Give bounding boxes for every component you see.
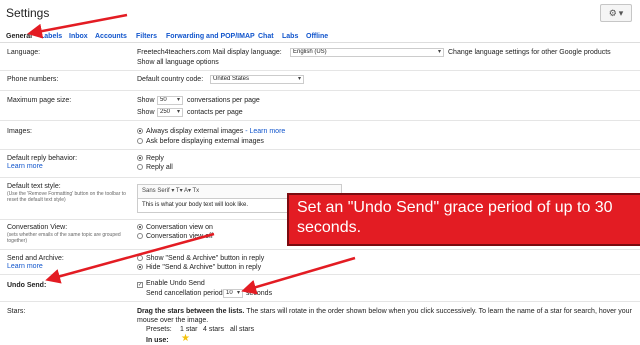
- radio-show-send-archive[interactable]: [137, 255, 143, 261]
- conversations-per-page-select[interactable]: 50: [157, 96, 183, 105]
- font-family-select[interactable]: Sans Serif: [142, 188, 170, 194]
- tab-forwarding[interactable]: Forwarding and POP/IMAP: [166, 33, 255, 40]
- images-option-always[interactable]: Always display external images - Learn m…: [137, 127, 285, 136]
- tab-accounts[interactable]: Accounts: [95, 33, 127, 40]
- images-row: Images: Always display external images -…: [0, 121, 640, 150]
- conversation-label: Conversation View:: [7, 224, 68, 231]
- images-option-ask[interactable]: Ask before displaying external images: [137, 137, 264, 146]
- settings-gear-button[interactable]: ⚙ ▾: [600, 4, 632, 22]
- phone-label: Phone numbers:: [7, 76, 59, 83]
- radio-always-display[interactable]: [137, 128, 143, 134]
- country-code-select[interactable]: United States: [210, 75, 304, 84]
- reply-row: Default reply behavior: Learn more Reply…: [0, 150, 640, 178]
- text-style-label: Default text style:: [7, 183, 61, 190]
- yellow-star-icon[interactable]: ★: [181, 334, 190, 344]
- checkbox-enable-undo-send[interactable]: ✓: [137, 282, 143, 288]
- stars-row: Stars: Drag the stars between the lists.…: [0, 302, 640, 345]
- contacts-per-page-label: contacts per page: [187, 109, 243, 116]
- country-code-prefix: Default country code:: [137, 76, 204, 83]
- cancellation-period-select[interactable]: 10: [223, 289, 243, 298]
- send-archive-option-hide[interactable]: Hide "Send & Archive" button in reply: [137, 263, 261, 272]
- cancellation-period-label: Send cancellation period:: [146, 290, 225, 297]
- stars-instructions: Drag the stars between the lists. The st…: [137, 308, 632, 324]
- tab-labs[interactable]: Labs: [282, 33, 298, 40]
- language-label: Language:: [7, 49, 41, 56]
- text-style-hint: (Use the 'Remove Formatting' button on t…: [7, 191, 126, 203]
- contacts-per-page-select[interactable]: 250: [157, 108, 183, 117]
- stars-label: Stars:: [7, 308, 26, 315]
- radio-conversation-off[interactable]: [137, 233, 143, 239]
- tab-inbox[interactable]: Inbox: [69, 33, 88, 40]
- reply-option-reply-all[interactable]: Reply all: [137, 163, 173, 172]
- tab-general[interactable]: General: [6, 33, 32, 40]
- settings-tabs: General Labels Inbox Accounts Filters Fo…: [0, 29, 640, 43]
- send-archive-option-show[interactable]: Show "Send & Archive" button in reply: [137, 254, 264, 263]
- reply-learn-more-link[interactable]: Learn more: [7, 162, 43, 171]
- conversation-hint: (sets whether emails of the same topic a…: [7, 232, 121, 244]
- radio-ask-before[interactable]: [137, 138, 143, 144]
- show-all-languages-link[interactable]: Show all language options: [137, 58, 219, 67]
- tab-offline[interactable]: Offline: [306, 33, 328, 40]
- conversations-per-page-label: conversations per page: [187, 97, 260, 104]
- change-language-link[interactable]: Change language settings for other Googl…: [448, 48, 611, 57]
- radio-hide-send-archive[interactable]: [137, 264, 143, 270]
- undo-send-row: Undo Send: ✓ Enable Undo Send Send cancel…: [0, 275, 640, 302]
- chevron-down-icon: ▾: [618, 7, 624, 18]
- language-row: Language: Freetech4teachers.com Mail dis…: [0, 44, 640, 71]
- preset-4-stars[interactable]: 4 stars: [203, 325, 224, 334]
- show-label-1: Show: [137, 97, 155, 104]
- tab-labels[interactable]: Labels: [40, 33, 62, 40]
- conversation-option-on[interactable]: Conversation view on: [137, 223, 213, 232]
- stars-presets-label: Presets:: [146, 326, 172, 333]
- tab-filters[interactable]: Filters: [136, 33, 157, 40]
- tab-chat[interactable]: Chat: [258, 33, 274, 40]
- send-archive-row: Send and Archive: Learn more Show "Send …: [0, 250, 640, 275]
- conversation-option-off[interactable]: Conversation view off: [137, 232, 213, 241]
- undo-send-callout: Set an "Undo Send" grace period of up to…: [287, 193, 640, 246]
- undo-send-label: Undo Send:: [7, 282, 47, 289]
- page-size-row: Maximum page size: Show 50 conversations…: [0, 91, 640, 121]
- cancellation-period-suffix: seconds: [246, 290, 273, 297]
- page-title: Settings: [6, 6, 50, 20]
- language-prefix: Freetech4teachers.com Mail display langu…: [137, 49, 282, 56]
- show-label-2: Show: [137, 109, 155, 116]
- stars-in-use-label: In use:: [146, 337, 169, 344]
- radio-reply-all[interactable]: [137, 164, 143, 170]
- images-learn-more-link[interactable]: - Learn more: [245, 128, 285, 135]
- images-label: Images:: [7, 128, 32, 135]
- reply-option-reply[interactable]: Reply: [137, 154, 164, 163]
- language-select[interactable]: English (US): [290, 48, 444, 57]
- gear-icon: ⚙: [608, 7, 617, 18]
- send-archive-learn-more-link[interactable]: Learn more: [7, 262, 43, 271]
- page-size-label: Maximum page size:: [7, 97, 72, 104]
- preset-all-stars[interactable]: all stars: [230, 325, 254, 334]
- format-toolbar-icons[interactable]: ▾ T▾ A▾ Tx: [171, 188, 199, 194]
- phone-row: Phone numbers: Default country code: Uni…: [0, 71, 640, 91]
- radio-conversation-on[interactable]: [137, 224, 143, 230]
- radio-reply[interactable]: [137, 155, 143, 161]
- enable-undo-send[interactable]: ✓ Enable Undo Send: [137, 279, 205, 288]
